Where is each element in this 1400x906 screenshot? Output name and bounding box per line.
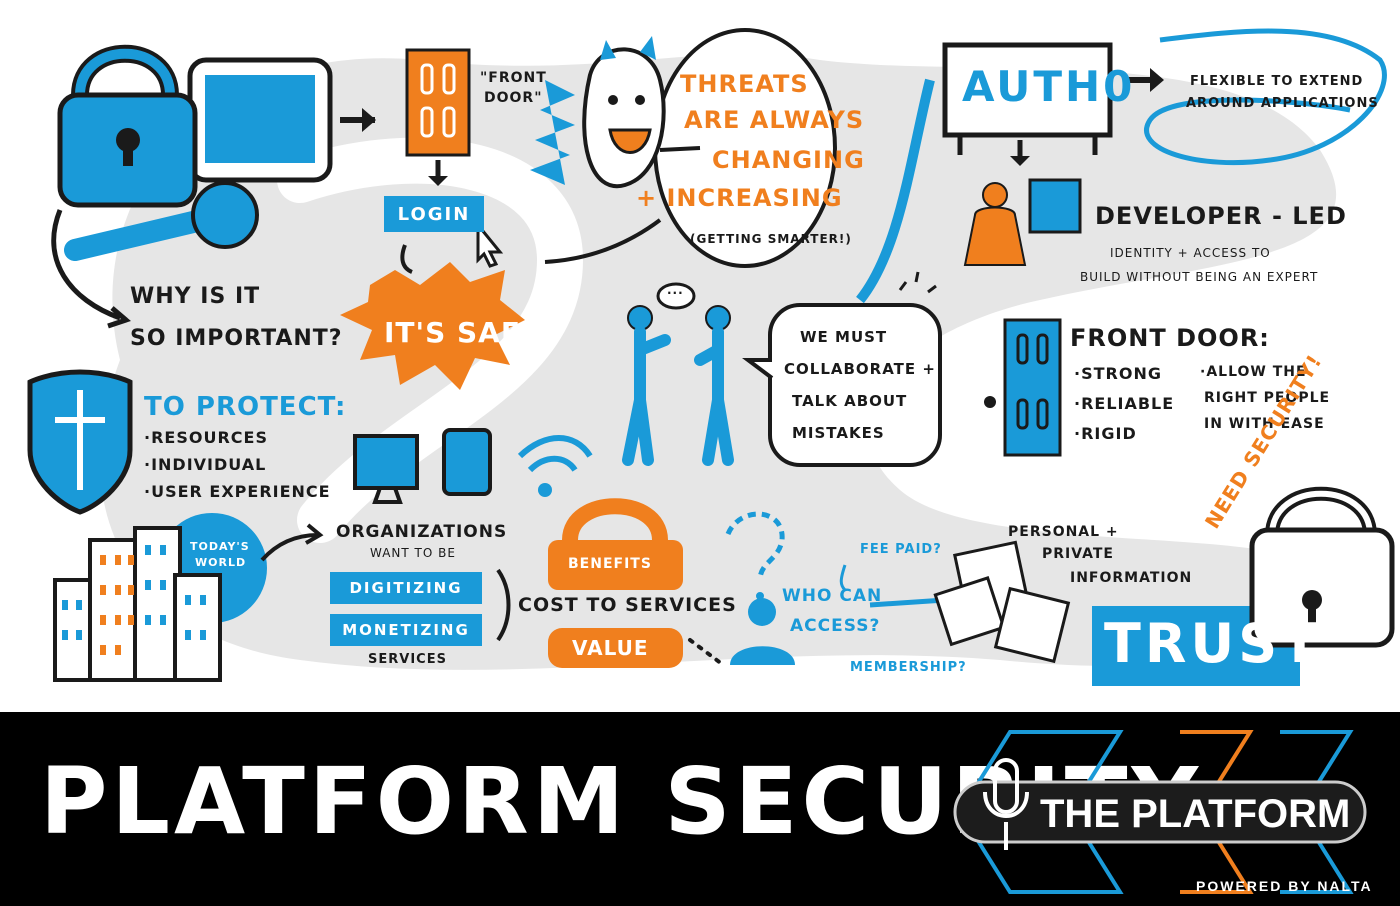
powered-by-label: POWERED BY NALTA: [1196, 878, 1373, 894]
trust-label: TRUST: [1104, 612, 1322, 675]
personal-line2: PRIVATE: [1042, 546, 1114, 562]
personal-line3: INFORMATION: [1070, 570, 1193, 586]
brand-logo-text: THE PLATFORM: [1040, 792, 1351, 836]
trust-illustration: [933, 486, 1395, 686]
sketchnote-canvas: WHY IS IT SO IMPORTANT? TO PROTECT: ·RES…: [0, 0, 1400, 712]
title-banner: PLATFORM SECURITY THE PLATFORM POWERED B…: [0, 712, 1400, 906]
personal-line1: PERSONAL +: [1008, 524, 1119, 540]
